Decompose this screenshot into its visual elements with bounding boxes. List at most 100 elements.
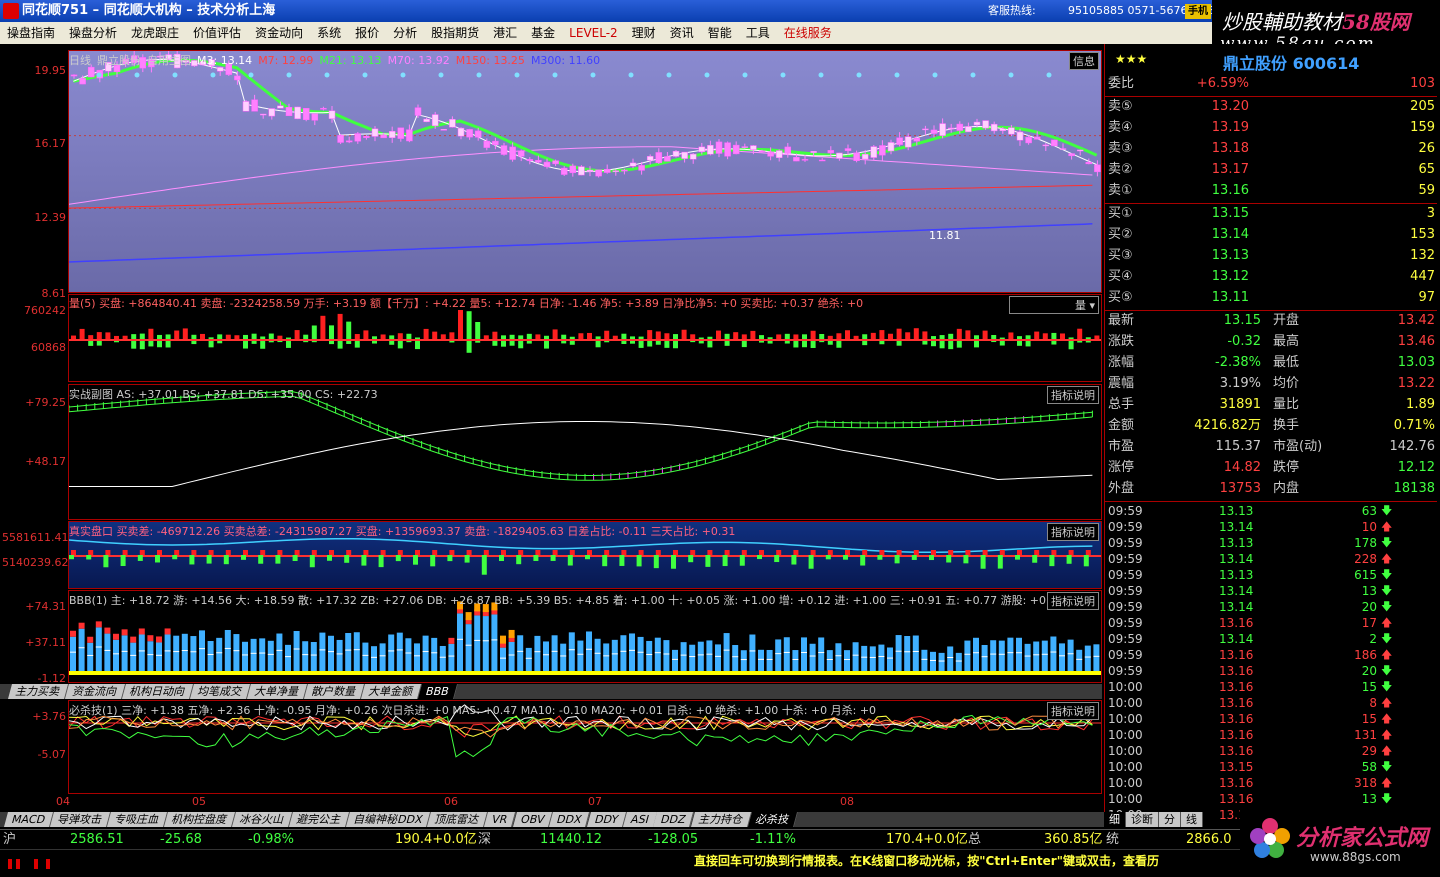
quote-row-price: 13.14 bbox=[1211, 227, 1249, 242]
total-amount: 360.85亿 bbox=[1044, 832, 1103, 847]
sub3-pane[interactable]: BBB(1) 主: +18.72 游: +14.56 大: +18.59 散: … bbox=[68, 590, 1102, 683]
mobile-button[interactable]: 手机 bbox=[1185, 4, 1211, 19]
quote-row-key: 卖② bbox=[1108, 162, 1133, 177]
quote-row-key: 最新 bbox=[1108, 313, 1135, 328]
tick-row: 09:59 13.14 13 🡇 bbox=[1105, 583, 1437, 599]
menu-item[interactable]: 资金动向 bbox=[248, 22, 310, 44]
kline-header-item: 鼎立股份 bbox=[97, 54, 141, 67]
menu-item[interactable]: 股指期货 bbox=[424, 22, 486, 44]
sub3-help-button[interactable]: 指标说明 bbox=[1047, 592, 1099, 610]
indicator-tab[interactable]: 大单金额 bbox=[360, 684, 423, 699]
indicator-tab[interactable]: 均笔成交 bbox=[189, 684, 252, 699]
kline-header: 日线 鼎立股份 自用主图 M3: 13.14 M7: 12.99 M21: 13.13 M7… bbox=[69, 52, 606, 68]
menu-item[interactable]: 港汇 bbox=[486, 22, 524, 44]
sh-index[interactable]: 2586.51 bbox=[70, 830, 124, 850]
quote-row-key: 卖④ bbox=[1108, 120, 1133, 135]
indicator-tab[interactable]: BBB bbox=[417, 684, 458, 699]
tick-time: 10:00 bbox=[1108, 728, 1143, 742]
menu-item[interactable]: 龙虎跟庄 bbox=[124, 22, 186, 44]
kline-pane[interactable]: 11.81 日线 鼎立股份 自用主图 M3: 13.14 M7: 12.99 M21: 1… bbox=[68, 49, 1102, 293]
quote-row: 卖⑤ 13.20 205 bbox=[1105, 97, 1437, 117]
indicator-tab[interactable]: 顶底雷达 bbox=[427, 812, 489, 827]
indicator-tab[interactable]: ASI bbox=[622, 812, 658, 827]
quote-row-value: 13.42 bbox=[1397, 313, 1435, 328]
indicator-tab[interactable]: 主力买卖 bbox=[7, 684, 70, 699]
menu-item[interactable]: LEVEL-2 bbox=[562, 22, 625, 44]
x-axis-label: 08 bbox=[840, 795, 854, 808]
quote-row-price: -0.32 bbox=[1227, 334, 1261, 349]
tick-time: 09:59 bbox=[1108, 504, 1143, 518]
indicator-tab[interactable]: DDZ bbox=[653, 812, 695, 827]
menu-item[interactable]: 理财 bbox=[625, 22, 663, 44]
sub4-help-button[interactable]: 指标说明 bbox=[1047, 702, 1099, 720]
indicator-tab[interactable]: 机构日动向 bbox=[121, 684, 195, 699]
menu-item[interactable]: 工具 bbox=[739, 22, 777, 44]
volume-selector[interactable]: 量 ▾ bbox=[1009, 296, 1099, 314]
indicator-tab[interactable]: 机构控盘度 bbox=[163, 812, 236, 827]
arrow-down-icon: 🡇 bbox=[1381, 568, 1393, 581]
sub1-pane[interactable]: 实战副图 AS: +37.01 BS: +37.81 DS: +35.00 CS… bbox=[68, 384, 1102, 520]
sz-index[interactable]: 11440.12 bbox=[540, 830, 602, 850]
right-panel-tab[interactable]: 细 bbox=[1104, 812, 1126, 827]
menu-item[interactable]: 资讯 bbox=[663, 22, 701, 44]
indicator-tab[interactable]: 大单净量 bbox=[246, 684, 309, 699]
sub2-help-button[interactable]: 指标说明 bbox=[1047, 523, 1099, 541]
quote-row: 买③ 13.13 132 bbox=[1105, 246, 1437, 266]
app-logo-icon bbox=[3, 3, 19, 19]
kline-header-item: 自用主图 bbox=[147, 54, 191, 67]
sh-amount: 190.4+0.0亿 bbox=[395, 832, 477, 847]
menu-item[interactable]: 分析 bbox=[386, 22, 424, 44]
right-panel-tab[interactable]: 诊断 bbox=[1126, 812, 1159, 827]
indicator-tab[interactable]: 主力持仓 bbox=[690, 812, 752, 827]
total-label: 总 bbox=[968, 832, 982, 847]
quote-row: 震幅 3.19% 均价 13.22 bbox=[1105, 374, 1437, 394]
tick-time: 09:59 bbox=[1108, 648, 1143, 662]
menu-item[interactable]: 操盘指南 bbox=[0, 22, 62, 44]
indicator-tab[interactable]: DDX bbox=[549, 812, 591, 827]
tick-time: 09:59 bbox=[1108, 632, 1143, 646]
tick-volume: 29 bbox=[1361, 744, 1377, 758]
indicator-tab[interactable]: 专吸庄血 bbox=[106, 812, 168, 827]
sub4-pane[interactable]: 必杀技(1) 三净: +1.38 五净: +2.36 十净: -0.95 月净:… bbox=[68, 700, 1102, 794]
x-axis-label: 06 bbox=[444, 795, 458, 808]
right-panel-tab[interactable]: 分 bbox=[1159, 812, 1181, 827]
indicator-tab[interactable]: OBV bbox=[512, 812, 554, 827]
kline-header-item: 日线 bbox=[69, 54, 91, 67]
indicator-tab[interactable]: 导弹攻击 bbox=[49, 812, 111, 827]
kline-header-item: M150: 13.25 bbox=[455, 54, 525, 67]
quote-row-price: 13.16 bbox=[1211, 183, 1249, 198]
sub4-header: 必杀技(1) 三净: +1.38 五净: +2.36 十净: -0.95 月净:… bbox=[69, 704, 877, 717]
menu-item[interactable]: 操盘分析 bbox=[62, 22, 124, 44]
menu-item[interactable]: 智能 bbox=[701, 22, 739, 44]
quote-row-key2: 最低 bbox=[1273, 355, 1300, 370]
indicator-tab[interactable]: MACD bbox=[3, 812, 54, 827]
indicator-tab[interactable]: DDY bbox=[586, 812, 627, 827]
tick-row: 10:00 13.16 29 🡅 bbox=[1105, 743, 1437, 759]
indicator-tabs-mid: 主力买卖 资金流向 机构日动向 均笔成交 大单净量 散户数量 大单金额 BBB bbox=[0, 684, 1102, 699]
tick-row: 10:00 13.16 15 🡅 bbox=[1105, 711, 1437, 727]
quote-row-price: 4216.82万 bbox=[1194, 418, 1261, 433]
tick-time: 09:59 bbox=[1108, 600, 1143, 614]
indicator-tab[interactable]: 资金流向 bbox=[64, 684, 127, 699]
tick-time: 10:00 bbox=[1108, 776, 1143, 790]
sub1-help-button[interactable]: 指标说明 bbox=[1047, 386, 1099, 404]
menu-item[interactable]: 基金 bbox=[524, 22, 562, 44]
menu-item[interactable]: 报价 bbox=[348, 22, 386, 44]
indicator-tab[interactable]: 避完公主 bbox=[288, 812, 350, 827]
indicator-tab[interactable]: 冰谷火山 bbox=[231, 812, 293, 827]
indicator-tab[interactable]: 散户数量 bbox=[303, 684, 366, 699]
info-button[interactable]: 信息 bbox=[1069, 52, 1099, 70]
tick-row: 09:59 13.14 228 🡅 bbox=[1105, 551, 1437, 567]
indicator-tab[interactable]: 必杀技 bbox=[747, 812, 798, 827]
sub2-y-label: 5581611.41 bbox=[2, 531, 69, 544]
menu-item[interactable]: 在线服务 bbox=[777, 22, 839, 44]
right-panel-tab[interactable]: 线 bbox=[1181, 812, 1203, 827]
indicator-tab[interactable]: 自编神秘DDX bbox=[345, 812, 432, 827]
indicator-tab[interactable]: VR bbox=[484, 812, 517, 827]
kline-y-label: 16.17 bbox=[34, 137, 67, 150]
volume-pane[interactable]: 量(5) 买盘: +864840.41 卖盘: -2324258.59 万手: … bbox=[68, 294, 1102, 382]
sub2-pane[interactable]: 真实盘口 买卖差: -469712.26 买卖总差: -24315987.27 … bbox=[68, 521, 1102, 589]
menu-item[interactable]: 系统 bbox=[310, 22, 348, 44]
x-axis-label: 05 bbox=[192, 795, 206, 808]
menu-item[interactable]: 价值评估 bbox=[186, 22, 248, 44]
